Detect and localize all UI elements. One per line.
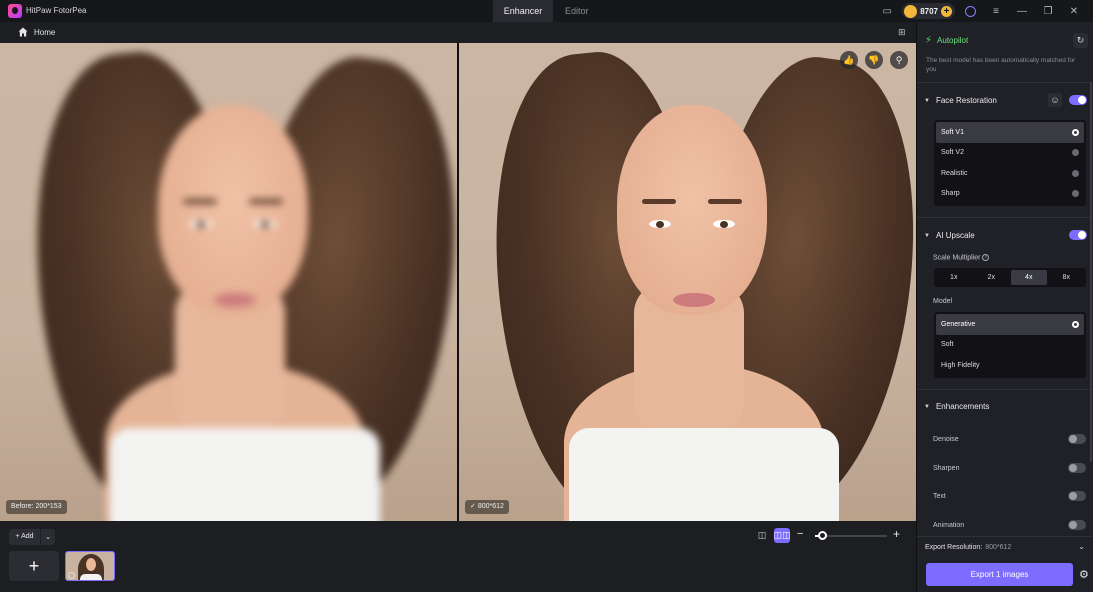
text-toggle[interactable] [1068,491,1086,501]
ai-upscale-header[interactable]: ▼ AI Upscale [924,231,975,240]
before-pane: Before: 200*153 [0,43,457,521]
credits-badge[interactable]: 8707 + [902,3,955,19]
face-icon[interactable]: ☺ [1048,93,1062,107]
face-restoration-header[interactable]: ▼ Face Restoration [924,96,997,105]
mode-tabs: Enhancer Editor [493,0,601,22]
animation-row: Animation [933,519,1086,531]
single-view-icon[interactable]: ◫ [754,528,770,543]
model-option-generative[interactable]: Generative [936,314,1084,335]
crop-icon[interactable]: ⊞ [898,27,908,37]
thumbs-down-icon[interactable]: 👎 [865,51,883,69]
face-restoration-toggle[interactable] [1069,95,1087,105]
scale-2x[interactable]: 2x [974,270,1010,285]
status-icon [68,572,75,579]
coin-icon [904,4,918,18]
add-label: Add [21,533,34,540]
lightning-icon: ⚡ [925,35,933,46]
add-dropdown-icon[interactable]: ⌄ [41,533,55,541]
bottom-bar: + Add ⌄ + ◫ ◫◫ − + [0,521,916,592]
scale-1x[interactable]: 1x [936,270,972,285]
model-label: Model [933,298,953,305]
refresh-icon[interactable]: ↻ [1073,33,1088,48]
buy-credits-icon[interactable]: + [941,5,952,17]
gear-icon[interactable]: ⚙ [1079,568,1089,581]
after-pane: ✓ 800*612 👍 👎 ⚲ [459,43,916,521]
home-link[interactable]: Home [34,28,55,37]
export-button[interactable]: Export 1 images [926,563,1073,586]
model-option-soft[interactable]: Soft [936,335,1084,356]
face-option-soft-v2[interactable]: Soft V2 [936,143,1084,164]
restore-icon[interactable]: ❐ [1035,3,1061,19]
sharpen-toggle[interactable] [1068,463,1086,473]
scale-8x[interactable]: 8x [1049,270,1085,285]
title-bar: HitPaw FotorPea Enhancer Editor ▭ 8707 +… [0,0,1093,22]
zoom-slider[interactable] [815,531,887,540]
credits-count: 8707 [920,6,938,16]
add-image-tile[interactable]: + [9,551,59,581]
comparison-canvas: Before: 200*153 ✓ 800*612 👍 👎 ⚲ [0,43,916,521]
feedback-icon[interactable]: ▭ [874,3,900,19]
zoom-in-icon[interactable]: + [893,527,900,541]
user-account-icon[interactable] [957,3,983,19]
collapse-triangle-icon: ▼ [924,97,930,104]
after-size-label: ✓ 800*612 [465,500,509,514]
face-option-soft-v1[interactable]: Soft V1 [936,122,1084,143]
app-logo-icon [8,4,22,18]
autopilot-header: ⚡ Autopilot [925,35,968,46]
autopilot-description: The best model has been automatically ma… [926,57,1076,73]
info-icon[interactable]: i [982,254,990,261]
denoise-toggle[interactable] [1068,434,1086,444]
home-icon[interactable] [18,27,28,37]
animation-toggle[interactable] [1068,520,1086,530]
image-thumbnail[interactable] [65,551,115,581]
close-icon[interactable]: ✕ [1061,3,1087,19]
text-row: Text [933,490,1086,502]
zoom-icon[interactable]: ⚲ [890,51,908,69]
app-title: HitPaw FotorPea [26,6,87,15]
zoom-slider-handle[interactable] [818,531,828,540]
expand-chevron-icon[interactable]: ⌄ [1078,542,1085,551]
face-option-sharp[interactable]: Sharp [936,184,1084,205]
tab-enhancer[interactable]: Enhancer [493,0,553,22]
sub-header: Home ⊞ [0,22,916,43]
split-view-icon[interactable]: ◫◫ [774,528,791,543]
thumbs-up-icon[interactable]: 👍 [840,51,858,69]
enhancements-header[interactable]: ▼ Enhancements [924,402,989,411]
sharpen-row: Sharpen [933,462,1086,474]
face-model-list: Soft V1 Soft V2 Realistic Sharp [934,120,1086,206]
minimize-icon[interactable]: — [1009,3,1035,19]
titlebar-actions: ▭ 8707 + ≡ — ❐ ✕ [874,3,1087,19]
add-button[interactable]: + Add ⌄ [9,529,55,545]
collapse-triangle-icon: ▼ [924,232,930,239]
before-size-label: Before: 200*153 [6,500,67,514]
menu-icon[interactable]: ≡ [983,3,1009,19]
panel-scrollbar[interactable] [1090,82,1092,462]
result-tools: 👍 👎 ⚲ [840,51,908,69]
autopilot-title: Autopilot [937,36,969,45]
denoise-row: Denoise [933,433,1086,445]
model-option-high-fidelity[interactable]: High Fidelity [936,355,1084,376]
export-resolution: Export Resolution: 800*612 [925,544,1012,551]
settings-panel: ⚡ Autopilot ↻ The best model has been au… [916,22,1093,592]
ai-upscale-toggle[interactable] [1069,230,1087,240]
tab-editor[interactable]: Editor [553,0,601,22]
scale-multiplier-label: Scale Multiplier i [933,254,990,261]
zoom-out-icon[interactable]: − [797,528,803,540]
scale-4x[interactable]: 4x [1011,270,1047,285]
face-option-realistic[interactable]: Realistic [936,163,1084,184]
collapse-triangle-icon: ▼ [924,403,930,410]
upscale-model-list: Generative Soft High Fidelity [934,312,1086,378]
scale-multiplier-selector: 1x 2x 4x 8x [934,268,1086,287]
